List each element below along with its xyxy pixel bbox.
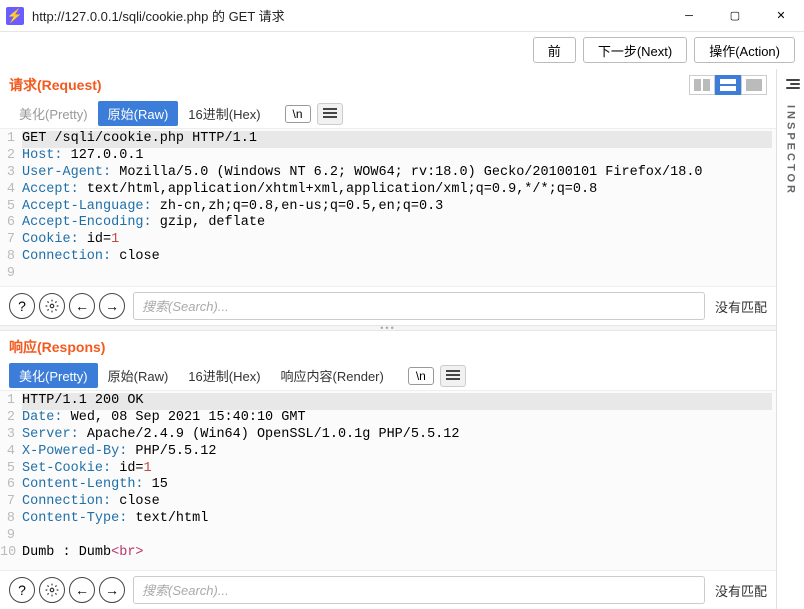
- inspector-label[interactable]: INSPECTOR: [785, 105, 797, 196]
- layout-columns-icon[interactable]: [689, 75, 715, 95]
- tab-response-linebreak[interactable]: \n: [408, 367, 434, 385]
- app-icon: ⚡: [6, 7, 24, 25]
- response-title: 响应(Respons): [9, 337, 105, 357]
- tab-request-linebreak[interactable]: \n: [285, 105, 311, 123]
- next-match-icon[interactable]: →: [99, 577, 125, 603]
- tab-response-render[interactable]: 响应内容(Render): [271, 363, 394, 388]
- window-title: http://127.0.0.1/sqli/cookie.php 的 GET 请…: [32, 6, 666, 25]
- action-button[interactable]: 操作(Action): [694, 37, 795, 63]
- response-search-input[interactable]: [133, 576, 705, 604]
- tab-request-hex[interactable]: 16进制(Hex): [178, 101, 270, 126]
- close-button[interactable]: ✕: [758, 0, 804, 32]
- inspector-toggle-icon[interactable]: [782, 77, 800, 91]
- layout-single-icon[interactable]: [741, 75, 767, 95]
- tab-request-raw[interactable]: 原始(Raw): [98, 101, 179, 126]
- next-button[interactable]: 下一步(Next): [583, 37, 687, 63]
- request-body[interactable]: GET /sqli/cookie.php HTTP/1.1Host: 127.0…: [18, 129, 776, 286]
- response-no-match: 没有匹配: [715, 581, 767, 600]
- request-no-match: 没有匹配: [715, 297, 767, 316]
- request-gutter: 123456789: [0, 129, 18, 286]
- layout-stacked-icon[interactable]: [715, 75, 741, 95]
- response-menu-icon[interactable]: [440, 365, 466, 387]
- prev-match-icon[interactable]: ←: [69, 577, 95, 603]
- response-body[interactable]: HTTP/1.1 200 OKDate: Wed, 08 Sep 2021 15…: [18, 391, 776, 570]
- back-button[interactable]: 前: [533, 37, 576, 63]
- request-menu-icon[interactable]: [317, 103, 343, 125]
- request-search-input[interactable]: [133, 292, 705, 320]
- tab-request-pretty[interactable]: 美化(Pretty): [9, 101, 98, 126]
- tab-response-pretty[interactable]: 美化(Pretty): [9, 363, 98, 388]
- response-gutter: 12345678910: [0, 391, 18, 570]
- request-title: 请求(Request): [9, 75, 102, 95]
- tab-response-hex[interactable]: 16进制(Hex): [178, 363, 270, 388]
- gear-icon[interactable]: [39, 577, 65, 603]
- tab-response-raw[interactable]: 原始(Raw): [98, 363, 179, 388]
- prev-match-icon[interactable]: ←: [69, 293, 95, 319]
- help-icon[interactable]: ?: [9, 293, 35, 319]
- gear-icon[interactable]: [39, 293, 65, 319]
- help-icon[interactable]: ?: [9, 577, 35, 603]
- next-match-icon[interactable]: →: [99, 293, 125, 319]
- minimize-button[interactable]: ─: [666, 0, 712, 32]
- maximize-button[interactable]: ▢: [712, 0, 758, 32]
